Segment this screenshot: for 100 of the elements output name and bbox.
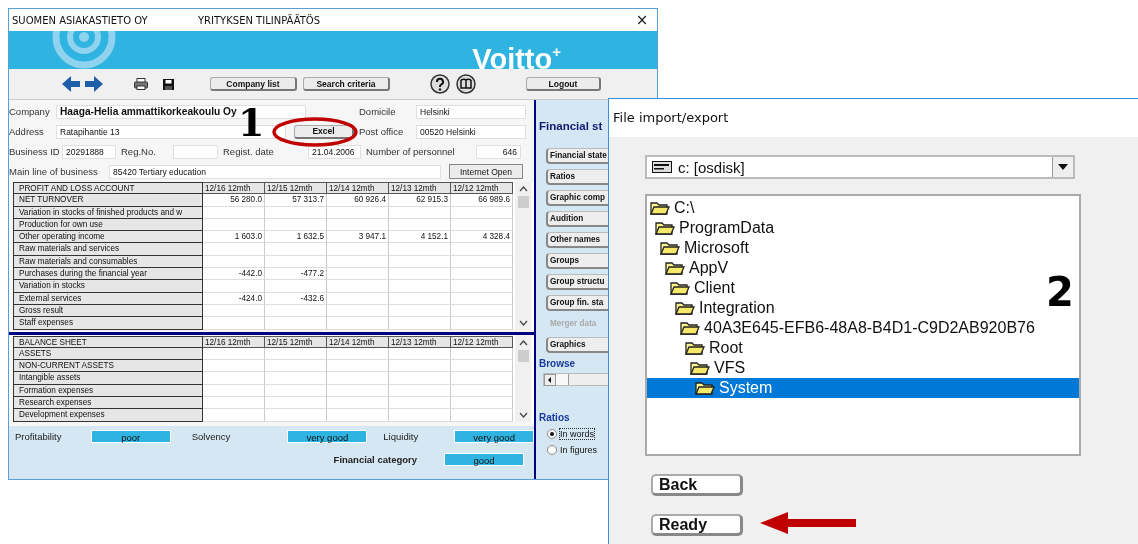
row-label: Development expenses: [13, 409, 203, 422]
column-header: 12/15 12mth: [265, 335, 327, 348]
scrollbar-thumb[interactable]: [517, 196, 529, 208]
rating-value: poor: [90, 430, 171, 444]
panel-button[interactable]: Graphic comp: [546, 190, 609, 206]
field-label: Reg.No.: [120, 146, 157, 157]
table-cell: [327, 384, 389, 398]
tree-item[interactable]: AppV: [647, 258, 731, 278]
row-label: Other operating income: [13, 231, 203, 244]
chevron-down-icon[interactable]: [518, 319, 528, 326]
personnel-field[interactable]: 646: [476, 144, 521, 159]
scrollbar[interactable]: [543, 373, 609, 386]
toolbar-button[interactable]: Search criteria: [303, 77, 390, 91]
domicile-field[interactable]: Helsinki: [416, 104, 526, 119]
chevron-up-icon[interactable]: [518, 339, 528, 346]
panel-button[interactable]: Financial state: [546, 148, 609, 164]
table-cell: [451, 360, 513, 373]
tree-item[interactable]: ProgramData: [647, 218, 777, 238]
field-label: Regist. date: [222, 146, 275, 157]
back-arrow-icon[interactable]: [61, 75, 81, 93]
tree-item[interactable]: System: [647, 378, 1079, 398]
table-cell: [265, 218, 327, 232]
folder-icon: [680, 320, 700, 336]
panel-button[interactable]: Ratios: [546, 169, 609, 185]
column-header: 12/14 12mth: [327, 335, 389, 348]
panel-button[interactable]: Other names: [546, 232, 609, 248]
scrollbar-thumb[interactable]: [517, 349, 529, 362]
ready-button[interactable]: Ready: [651, 514, 743, 536]
table-cell: [327, 304, 389, 318]
back-button[interactable]: Back: [651, 474, 743, 496]
tree-item[interactable]: C:\: [647, 198, 697, 218]
table-cell: [327, 347, 389, 361]
folder-icon: [650, 200, 670, 216]
radio-option[interactable]: In figures: [547, 445, 598, 455]
tree-item[interactable]: Microsoft: [647, 238, 751, 258]
table-cell: [265, 317, 327, 330]
panel-heading: Financial st: [539, 120, 603, 134]
table-cell: 57 313.7: [265, 194, 327, 207]
panel-button[interactable]: Graphics: [546, 337, 609, 353]
internet-open-button[interactable]: Internet Open: [449, 164, 523, 179]
table-cell: [203, 280, 265, 293]
table-cell: 3 947.1: [327, 231, 389, 244]
scrollbar[interactable]: [515, 335, 531, 422]
tree-item[interactable]: Integration: [647, 298, 777, 318]
forward-arrow-icon[interactable]: [84, 75, 104, 93]
printer-icon[interactable]: [134, 78, 148, 90]
panel-button[interactable]: Group fin. sta: [546, 295, 609, 311]
caret-left-icon[interactable]: [544, 374, 556, 386]
toolbar-button[interactable]: Company list: [210, 77, 297, 91]
scrollbar[interactable]: [515, 182, 531, 330]
table-cell: [265, 304, 327, 318]
table-cell: 4 152.1: [389, 231, 451, 244]
chevron-up-icon[interactable]: [518, 186, 528, 192]
table-cell: [389, 268, 451, 281]
table-cell: 62 915.3: [389, 194, 451, 207]
book-icon[interactable]: [456, 74, 476, 94]
column-header: 12/16 12mth: [203, 335, 265, 348]
close-button[interactable]: ×: [631, 11, 653, 29]
table-cell: [389, 397, 451, 410]
table-cell: [389, 218, 451, 232]
panel-button[interactable]: Group structu: [546, 274, 609, 290]
panel-button[interactable]: Audition: [546, 211, 609, 227]
table-cell: [327, 268, 389, 281]
tree-item[interactable]: Client: [647, 278, 737, 298]
table-cell: [451, 347, 513, 361]
radio-option[interactable]: In words: [547, 429, 594, 439]
row-label: Research expenses: [13, 397, 203, 410]
table-cell: 1 603.0: [203, 231, 265, 244]
panel-button[interactable]: Groups: [546, 253, 609, 269]
dropdown-arrow-icon[interactable]: [1058, 164, 1068, 170]
folder-icon: [690, 360, 710, 376]
business-id-field[interactable]: 20291888: [62, 144, 116, 159]
row-label: NON-CURRENT ASSETS: [13, 360, 203, 373]
rating-label: Liquidity: [383, 431, 420, 443]
tree-item[interactable]: VFS: [647, 358, 748, 378]
post-office-field[interactable]: 00520 Helsinki: [416, 124, 526, 139]
tree-item[interactable]: Root: [647, 338, 745, 358]
table-cell: [389, 255, 451, 269]
table-cell: [389, 409, 451, 422]
reg-no-field[interactable]: [173, 144, 218, 159]
table-cell: [389, 360, 451, 373]
help-icon[interactable]: [430, 74, 450, 94]
logout-button[interactable]: Logout: [526, 77, 601, 91]
business-line-field[interactable]: 85420 Tertiary education: [109, 164, 441, 179]
table-cell: 56 280.0: [203, 194, 265, 207]
excel-button[interactable]: Excel: [294, 124, 354, 139]
dialog-title: File import/export: [609, 99, 1138, 137]
row-label: Intangible assets: [13, 372, 203, 385]
chevron-down-icon[interactable]: [518, 411, 528, 418]
tree-item[interactable]: 40A3E645-EFB6-48A8-B4D1-C9D2AB920B76: [647, 318, 1037, 338]
column-header: 12/13 12mth: [389, 335, 451, 348]
table-cell: [389, 280, 451, 293]
table-cell: [265, 397, 327, 410]
drive-dropdown[interactable]: c: [osdisk]: [645, 155, 1075, 179]
rating-label: Solvency: [191, 431, 232, 443]
table-cell: [327, 292, 389, 305]
table-cell: [451, 243, 513, 256]
table-cell: [327, 218, 389, 232]
rating-label: Profitability: [15, 431, 63, 443]
table-cell: [327, 397, 389, 410]
